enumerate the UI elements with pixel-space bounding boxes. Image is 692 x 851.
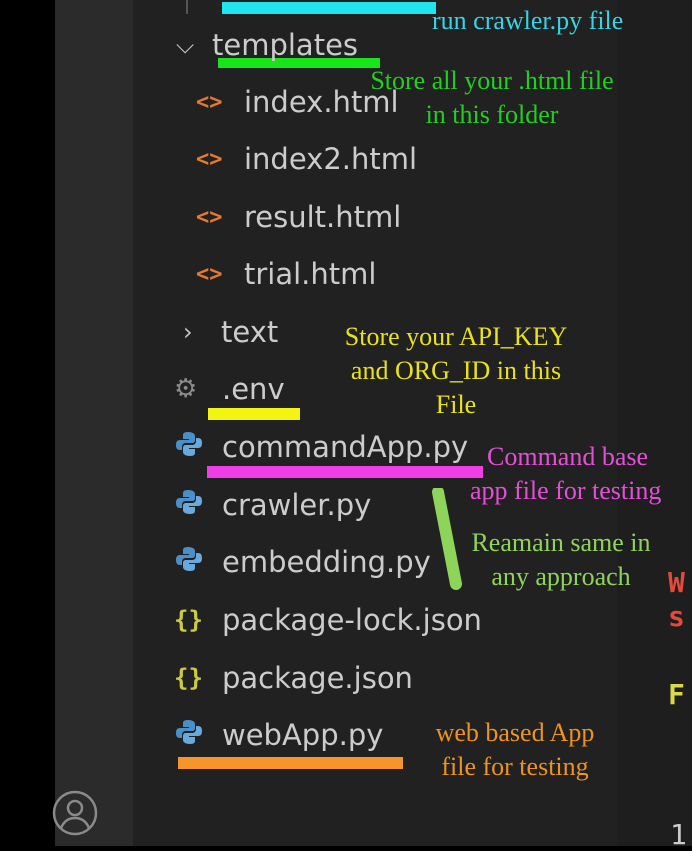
json-file-icon: {} [174,664,203,692]
html-file-icon: <> [196,261,223,287]
activity-bar [55,0,133,846]
annotation-commandapp: Command base app file for testing [470,442,662,505]
tree-row-templates[interactable]: ⌵ templates [176,20,358,70]
python-file-icon [174,487,222,523]
annotation-run-crawler: run crawler.py file [432,6,624,35]
chevron-right-icon: › [183,318,193,346]
html-file-icon: <> [196,89,223,115]
file-env-label: .env [222,372,285,406]
account-icon[interactable] [52,790,98,836]
python-file-icon [174,544,222,580]
file-webapp-label: webApp.py [222,718,384,752]
tree-row-text[interactable]: › text [183,307,278,357]
gear-icon: ⚙ [174,374,198,404]
annotation-webapp: web based App file for testing [435,718,595,781]
file-trial-html-label: trial.html [244,257,377,291]
editor-text-line-number: 1 [670,818,687,851]
python-file-icon [174,429,222,465]
editor-text-w: W [668,566,685,599]
tree-row-package-lock[interactable]: {} package-lock.json [174,595,482,645]
tree-row-webapp[interactable]: webApp.py [174,710,383,760]
annotation-templates: Store all your .html file in this folder [370,66,614,129]
json-file-icon: {} [174,606,203,634]
tree-row-env[interactable]: ⚙ .env [174,364,285,414]
tree-row-package[interactable]: {} package.json [174,653,413,703]
cyan-underline [222,2,436,14]
file-package-label: package.json [222,661,413,695]
tree-row-embedding[interactable]: embedding.py [174,537,431,587]
file-result-html-label: result.html [244,200,402,234]
file-index2-html-label: index2.html [244,142,418,176]
editor-text-s: s [668,600,685,633]
annotation-env: Store your API_KEY and ORG_ID in this Fi… [344,322,568,419]
tree-row-result-html[interactable]: <> result.html [196,192,401,242]
folder-templates-label: templates [212,28,359,62]
annotation-remain-same: Reamain same in any approach [471,528,651,591]
editor-text-f: F [668,678,685,711]
tree-row-crawler[interactable]: crawler.py [174,480,371,530]
file-crawler-label: crawler.py [222,488,372,522]
tree-indent-guide [186,0,188,14]
html-file-icon: <> [196,146,223,172]
tree-row-index2-html[interactable]: <> index2.html [196,134,417,184]
html-file-icon: <> [196,204,223,230]
file-embedding-label: embedding.py [222,545,431,579]
python-file-icon [174,717,222,753]
file-commandapp-label: commandApp.py [222,430,469,464]
tree-row-trial-html[interactable]: <> trial.html [196,249,376,299]
chevron-down-icon: ⌵ [176,31,195,59]
folder-text-label: text [221,315,279,349]
tree-row-commandapp[interactable]: commandApp.py [174,422,468,472]
file-package-lock-label: package-lock.json [222,603,482,637]
